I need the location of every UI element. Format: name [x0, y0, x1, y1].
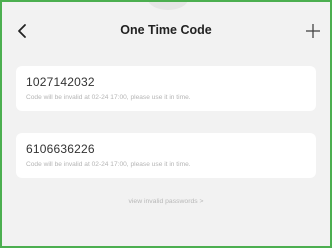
- code-value: 6106636226: [26, 142, 95, 156]
- add-code-button[interactable]: [302, 19, 324, 43]
- plus-icon: [306, 24, 320, 38]
- code-card[interactable]: 1027142032 Code will be invalid at 02-24…: [16, 66, 316, 111]
- code-card[interactable]: 6106636226 Code will be invalid at 02-24…: [16, 133, 316, 178]
- camera-notch: [148, 2, 188, 10]
- nav-header: One Time Code: [2, 14, 330, 48]
- code-expiry-note: Code will be invalid at 02-24 17:00, ple…: [26, 94, 191, 101]
- code-expiry-note: Code will be invalid at 02-24 17:00, ple…: [26, 161, 191, 168]
- view-invalid-passwords-link[interactable]: view invalid passwords >: [2, 198, 330, 205]
- code-value: 1027142032: [26, 75, 95, 89]
- phone-frame: One Time Code 1027142032 Code will be in…: [0, 0, 332, 248]
- page-title: One Time Code: [120, 23, 212, 37]
